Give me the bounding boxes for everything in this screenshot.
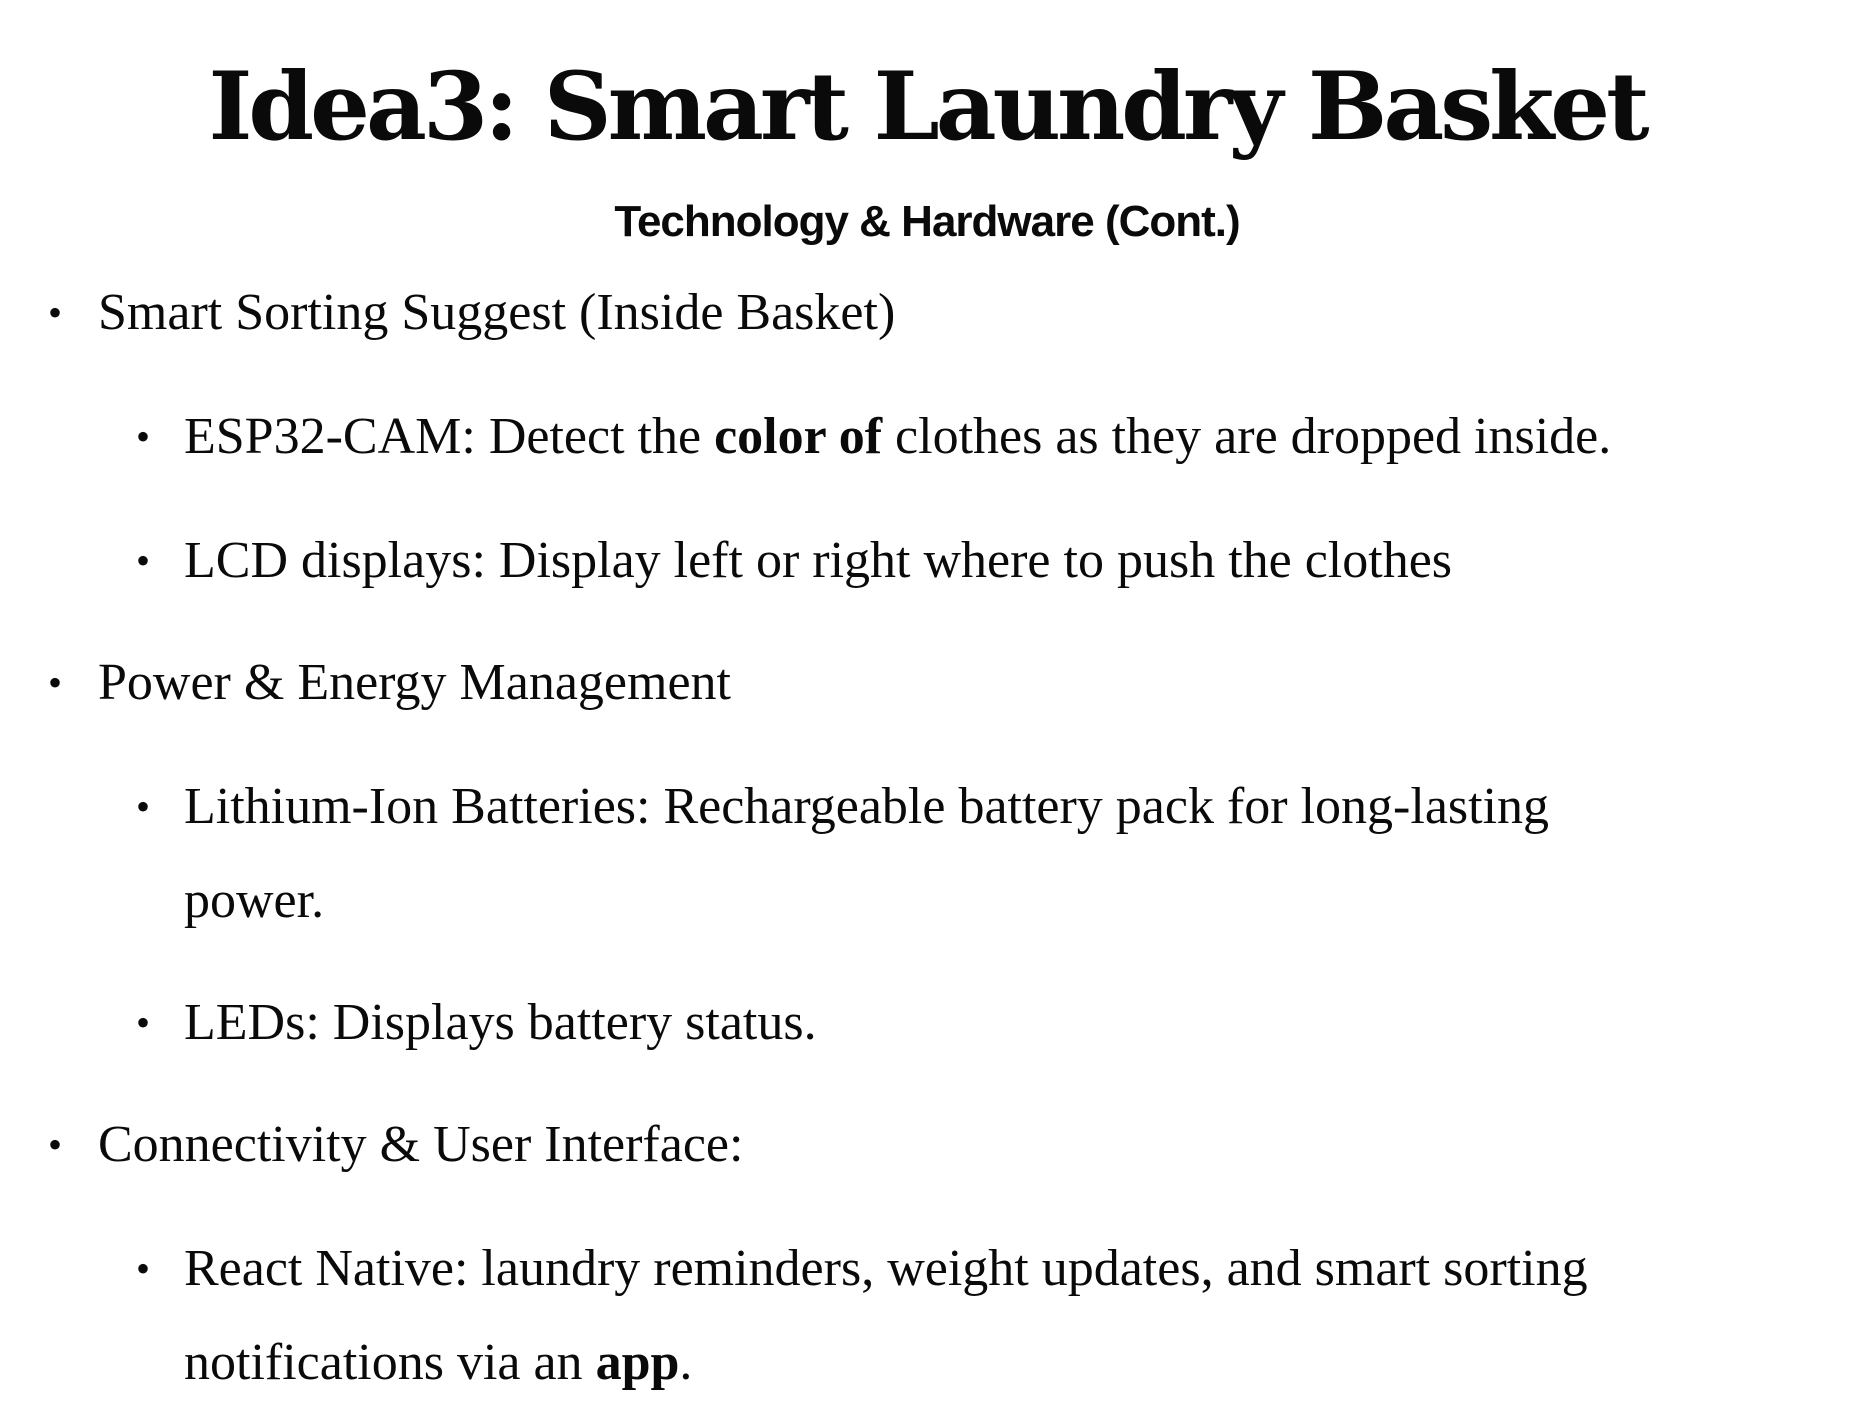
bullet-item-esp32-cam: • ESP32-CAM: Detect the color of clothes… xyxy=(136,390,1824,484)
slide: Idea3: Smart Laundry Basket Technology &… xyxy=(0,0,1854,1410)
bullet-dot-icon: • xyxy=(136,784,151,829)
bullet-text: ESP32-CAM: Detect the color of clothes a… xyxy=(184,408,1611,465)
bullet-item-lithium-ion: • Lithium-Ion Batteries: Rechargeable ba… xyxy=(136,760,1824,948)
bullet-text-part: ESP32-CAM: Detect the xyxy=(184,408,715,465)
bullet-text-part: clothes as they are dropped inside. xyxy=(882,408,1612,465)
bullet-item-power-energy: • Power & Energy Management xyxy=(48,636,1798,730)
bullet-text: React Native: laundry reminders, weight … xyxy=(184,1240,1588,1391)
bullet-text-bold: color of xyxy=(714,408,883,465)
bullet-text: Connectivity & User Interface: xyxy=(98,1116,744,1173)
bullet-text-part: . xyxy=(679,1334,693,1391)
bullet-dot-icon: • xyxy=(48,660,63,705)
bullet-item-react-native: • React Native: laundry reminders, weigh… xyxy=(136,1222,1824,1410)
bullet-dot-icon: • xyxy=(136,1000,151,1045)
bullet-text: Lithium-Ion Batteries: Rechargeable batt… xyxy=(184,778,1549,929)
bullet-item-lcd-displays: • LCD displays: Display left or right wh… xyxy=(136,514,1824,608)
bullet-dot-icon: • xyxy=(136,538,151,583)
bullet-dot-icon: • xyxy=(136,414,151,459)
bullet-dot-icon: • xyxy=(48,1122,63,1167)
bullet-text-line: power. xyxy=(184,872,325,929)
bullet-text-line: Lithium-Ion Batteries: Rechargeable batt… xyxy=(184,778,1550,835)
slide-title: Idea3: Smart Laundry Basket xyxy=(208,52,1649,162)
bullet-item-leds: • LEDs: Displays battery status. xyxy=(136,976,1824,1070)
bullet-text-line: React Native: laundry reminders, weight … xyxy=(184,1240,1588,1297)
bullet-dot-icon: • xyxy=(48,290,63,335)
slide-subtitle: Technology & Hardware (Cont.) xyxy=(614,197,1240,246)
bullet-dot-icon: • xyxy=(136,1246,151,1291)
bullet-item-connectivity: • Connectivity & User Interface: xyxy=(48,1098,1798,1192)
bullet-text-part: notifications via an xyxy=(184,1334,596,1391)
bullet-item-smart-sorting: • Smart Sorting Suggest (Inside Basket) xyxy=(48,266,1798,360)
bullet-text: LCD displays: Display left or right wher… xyxy=(184,532,1453,589)
bullet-text: Power & Energy Management xyxy=(98,654,731,711)
bullet-text: LEDs: Displays battery status. xyxy=(184,994,817,1051)
bullet-text: Smart Sorting Suggest (Inside Basket) xyxy=(98,284,896,341)
bullet-text-bold: app xyxy=(595,1334,680,1391)
